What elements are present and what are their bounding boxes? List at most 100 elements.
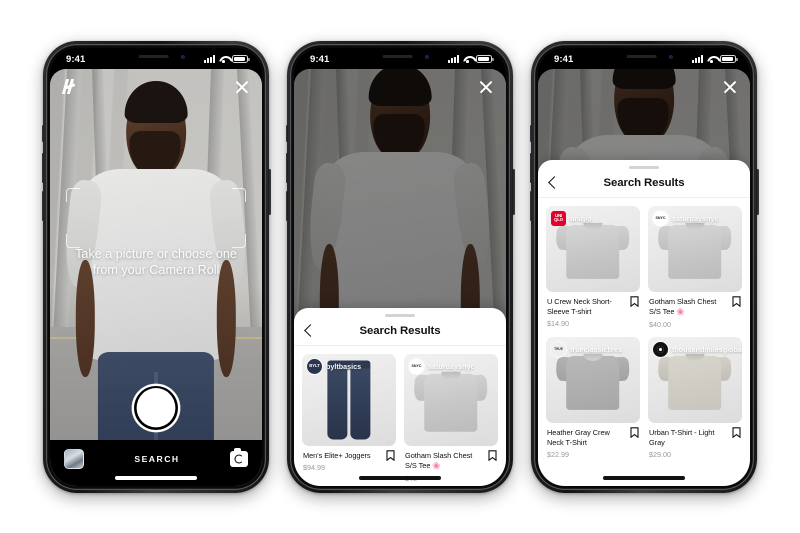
product-price: $29.00: [649, 449, 671, 459]
volume-up-button[interactable]: [41, 152, 44, 183]
search-results-sheet: Search Results UNI QLO uniqlo U Crew Nec…: [538, 159, 750, 486]
phone-mockup-stage: Take a picture or choose one from your C…: [0, 0, 800, 533]
tshirt-illustration: [413, 368, 489, 433]
brand-logo-icon: TRUE: [551, 341, 566, 357]
bookmark-icon[interactable]: [630, 427, 639, 438]
bookmark-icon[interactable]: [630, 296, 639, 307]
product-card[interactable]: UNI QLO uniqlo U Crew Neck Short-Sleeve T…: [546, 205, 640, 329]
camera-hint-text: Take a picture or choose one from your C…: [75, 246, 237, 277]
product-image: thousandmilesglobal: [648, 336, 742, 423]
phone-1-screen: Take a picture or choose one from your C…: [50, 47, 262, 486]
back-chevron-icon[interactable]: [548, 176, 561, 190]
product-card[interactable]: SNYC saturdaysnyc Gotham Slash Chest S/S…: [648, 205, 742, 329]
photo-top-bar: [538, 69, 750, 105]
phone-1-camera: Take a picture or choose one from your C…: [41, 40, 271, 493]
product-name: U Crew Neck Short-Sleeve T-shirt: [547, 296, 612, 316]
power-button[interactable]: [756, 168, 759, 215]
product-image: SNYC saturdaysnyc: [404, 353, 498, 446]
bookmark-icon[interactable]: [386, 450, 395, 461]
status-time: 9:41: [554, 53, 574, 65]
product-name: Heather Gray Crew Neck T-Shirt: [547, 427, 610, 447]
app-logo-icon: [61, 79, 78, 94]
brand-row: UNI QLO uniqlo: [551, 210, 592, 226]
product-image: BYLT byltbasics: [302, 353, 396, 446]
product-meta: Heather Gray Crew Neck T-Shirt $22.99: [546, 423, 640, 459]
home-indicator[interactable]: [359, 475, 441, 480]
product-badge-icon: 🌸: [432, 462, 442, 470]
tshirt-illustration: [555, 219, 631, 279]
flip-camera-icon[interactable]: [229, 448, 248, 467]
product-card[interactable]: SNYC saturdaysnyc Gotham Slash Chest S/S…: [404, 353, 498, 483]
volume-up-button[interactable]: [529, 152, 532, 183]
phone-2-results-partial: Search Results BYLT byltbasics Men's Eli…: [285, 40, 515, 493]
phone-notch: [354, 47, 446, 67]
back-chevron-icon[interactable]: [304, 324, 317, 338]
product-card[interactable]: thousandmilesglobal Urban T-Shirt - Ligh…: [648, 336, 742, 459]
product-meta: Men's Elite+ Joggers $94.99: [302, 446, 396, 472]
bookmark-icon[interactable]: [732, 296, 741, 307]
brand-row: thousandmilesglobal: [653, 341, 742, 357]
product-price: $22.99: [547, 449, 569, 459]
camera-top-bar: [50, 69, 262, 105]
shutter-button[interactable]: [134, 385, 178, 430]
phone-2-screen: Search Results BYLT byltbasics Men's Eli…: [294, 47, 506, 486]
product-price: $94.99: [303, 462, 325, 472]
product-image: TRUE trueclassictees: [546, 336, 640, 423]
brand-row: BYLT byltbasics: [307, 358, 362, 374]
silent-switch[interactable]: [529, 124, 532, 142]
sheet-header: Search Results: [538, 169, 750, 198]
phone-notch: [598, 47, 690, 67]
brand-logo-icon: SNYC: [653, 210, 668, 226]
brand-name: saturdaysnyc: [428, 361, 475, 371]
camera-roll-thumbnail[interactable]: [64, 448, 84, 469]
brand-logo-icon: UNI QLO: [551, 210, 566, 226]
product-card[interactable]: TRUE trueclassictees Heather Gray Crew N…: [546, 336, 640, 459]
close-icon[interactable]: [478, 79, 493, 94]
phone-3-results-expanded: Search Results UNI QLO uniqlo U Crew Nec…: [529, 40, 759, 493]
brand-name: trueclassictees: [570, 344, 622, 354]
cellular-signal-icon: [448, 55, 459, 63]
brand-row: SNYC saturdaysnyc: [409, 358, 475, 374]
product-image: UNI QLO uniqlo: [546, 205, 640, 292]
product-name: Urban T-Shirt - Light Gray: [649, 427, 715, 447]
product-name: Gotham Slash Chest S/S Tee 🌸: [405, 451, 497, 472]
sheet-title: Search Results: [359, 324, 441, 337]
tshirt-illustration: [555, 350, 631, 410]
status-time: 9:41: [310, 53, 330, 65]
product-meta: U Crew Neck Short-Sleeve T-shirt $14.90: [546, 292, 640, 328]
volume-down-button[interactable]: [285, 190, 288, 221]
brand-row: TRUE trueclassictees: [551, 341, 622, 357]
product-card[interactable]: BYLT byltbasics Men's Elite+ Joggers $94…: [302, 353, 396, 483]
product-badge-icon: 🌸: [676, 308, 686, 316]
volume-down-button[interactable]: [41, 190, 44, 221]
wifi-icon: [463, 55, 473, 63]
home-indicator[interactable]: [115, 475, 197, 480]
brand-name: byltbasics: [326, 361, 362, 371]
volume-up-button[interactable]: [285, 152, 288, 183]
bookmark-icon[interactable]: [732, 427, 741, 438]
results-grid: BYLT byltbasics Men's Elite+ Joggers $94…: [294, 346, 506, 486]
home-indicator[interactable]: [603, 475, 685, 480]
wifi-icon: [707, 55, 717, 63]
focus-brackets: [66, 187, 246, 248]
brand-name: thousandmilesglobal: [672, 344, 742, 354]
cellular-signal-icon: [204, 55, 215, 63]
status-time: 9:41: [66, 53, 86, 65]
search-results-sheet: Search Results BYLT byltbasics Men's Eli…: [294, 307, 506, 486]
silent-switch[interactable]: [41, 124, 44, 142]
product-image: SNYC saturdaysnyc: [648, 205, 742, 292]
tshirt-illustration: [657, 219, 733, 279]
volume-down-button[interactable]: [529, 190, 532, 221]
close-icon[interactable]: [234, 79, 249, 94]
wifi-icon: [219, 55, 229, 63]
silent-switch[interactable]: [285, 124, 288, 142]
product-name: Gotham Slash Chest S/S Tee 🌸: [649, 297, 741, 318]
cellular-signal-icon: [692, 55, 703, 63]
power-button[interactable]: [268, 168, 271, 215]
power-button[interactable]: [512, 168, 515, 215]
close-icon[interactable]: [722, 79, 737, 94]
brand-name: uniqlo: [570, 213, 592, 223]
results-grid: UNI QLO uniqlo U Crew Neck Short-Sleeve T…: [538, 198, 750, 467]
bookmark-icon[interactable]: [488, 450, 497, 461]
search-button[interactable]: SEARCH: [134, 454, 179, 464]
